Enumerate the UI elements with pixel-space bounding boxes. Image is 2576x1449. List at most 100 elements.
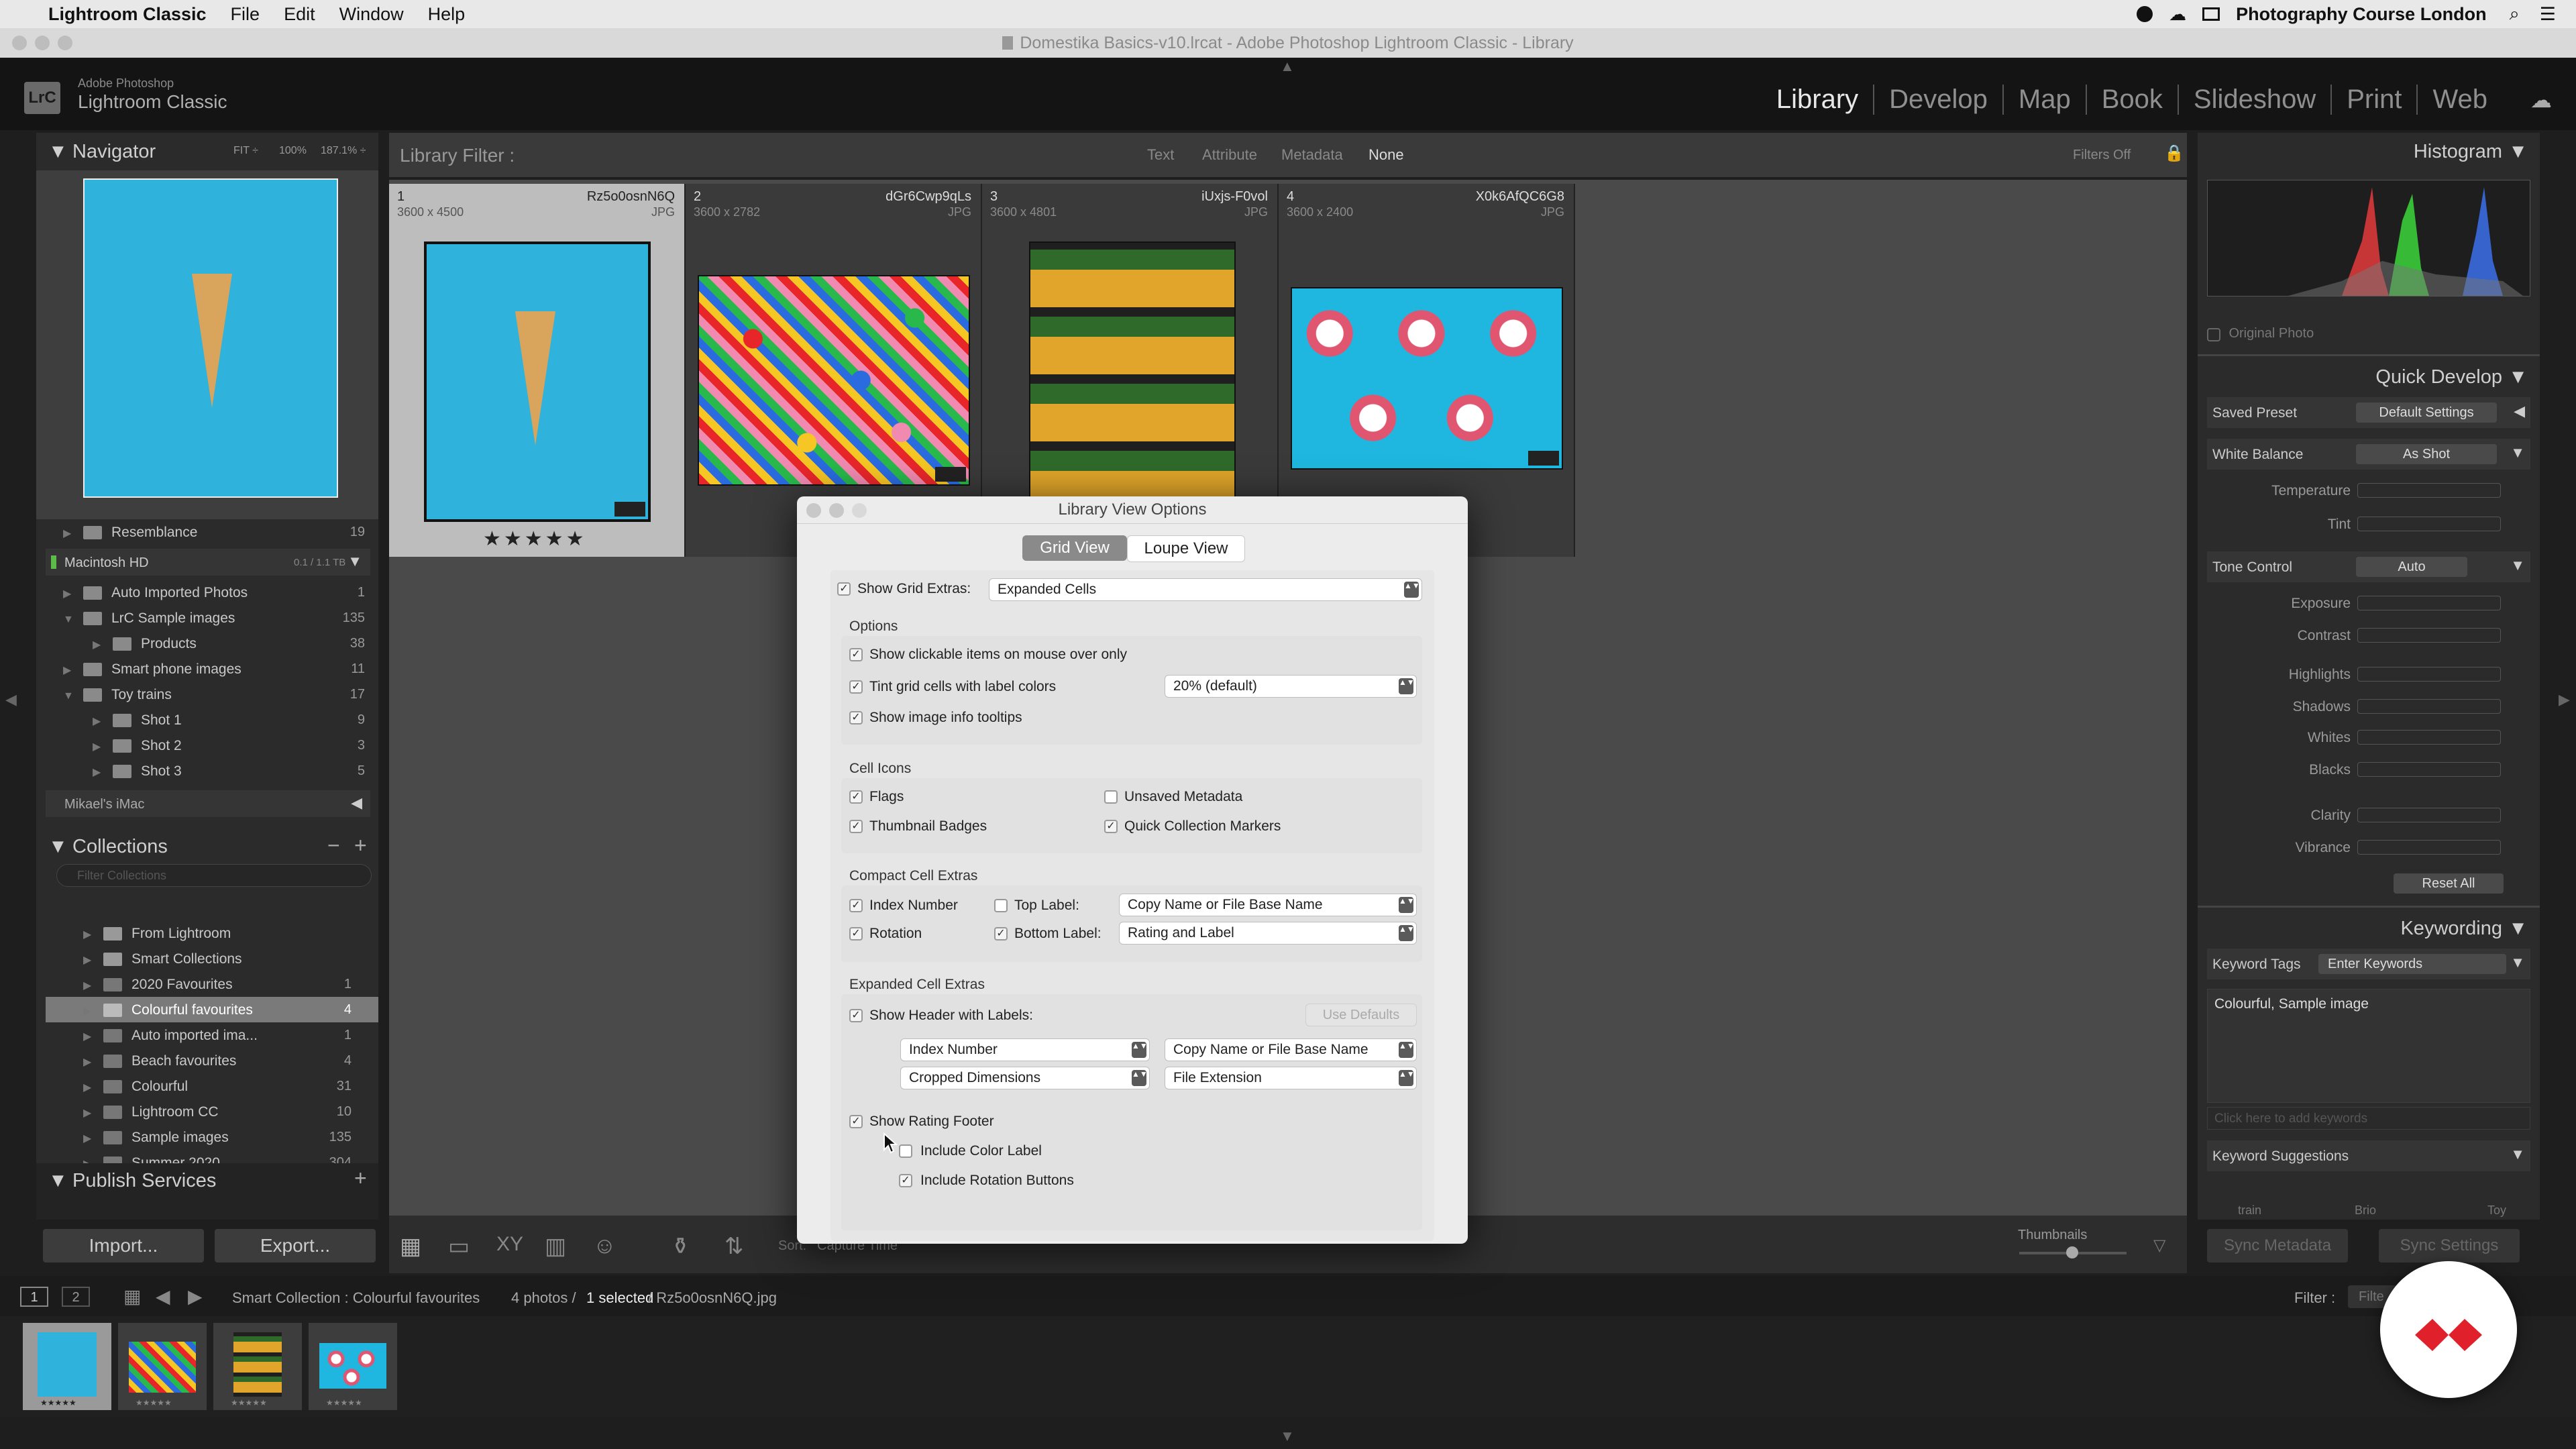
- tab-loupe-view[interactable]: Loupe View: [1127, 535, 1245, 562]
- menu-help[interactable]: Help: [428, 4, 466, 25]
- module-slideshow[interactable]: Slideshow: [2179, 85, 2332, 115]
- spray-can-icon[interactable]: ⚱: [671, 1233, 690, 1260]
- import-button[interactable]: Import...: [43, 1229, 204, 1263]
- top-label-checkbox[interactable]: [994, 899, 1008, 912]
- cloud-sync-icon[interactable]: ☁: [2530, 87, 2552, 113]
- secondary-display-2[interactable]: 2: [62, 1287, 90, 1307]
- shadows-slider[interactable]: [2357, 699, 2501, 714]
- dialog-minimize-button[interactable]: [829, 503, 844, 518]
- volume-imac[interactable]: Mikael's iMac ◀: [46, 790, 370, 817]
- collections-filter-input[interactable]: Filter Collections: [56, 864, 372, 887]
- filmstrip-thumb-2[interactable]: ★★★★★: [118, 1323, 207, 1410]
- record-icon[interactable]: [2137, 6, 2153, 22]
- module-map[interactable]: Map: [2004, 85, 2087, 115]
- keyword-add-input[interactable]: Click here to add keywords: [2207, 1107, 2530, 1130]
- slider-thumb[interactable]: [2066, 1246, 2078, 1258]
- sync-settings-button[interactable]: Sync Settings: [2379, 1229, 2520, 1263]
- module-develop[interactable]: Develop: [1874, 85, 2004, 115]
- module-book[interactable]: Book: [2087, 85, 2179, 115]
- clarity-slider[interactable]: [2357, 808, 2501, 822]
- white-balance-select[interactable]: As Shot: [2356, 444, 2497, 464]
- menu-file[interactable]: File: [231, 4, 260, 25]
- right-panel-toggle-icon[interactable]: ▶: [2559, 691, 2570, 708]
- original-photo-checkbox[interactable]: Original Photo: [2207, 326, 2408, 346]
- top-label-select[interactable]: Copy Name or File Base Name ▲▼: [1119, 894, 1417, 916]
- quick-develop-collapse-icon[interactable]: ▼: [2508, 366, 2528, 388]
- grid-extras-select[interactable]: Expanded Cells ▲▼: [989, 578, 1422, 601]
- collection-lightroom-cc[interactable]: ▶ Lightroom CC: [83, 1104, 219, 1120]
- collection-set-smart[interactable]: ▶ Smart Collections: [83, 951, 242, 967]
- back-icon[interactable]: ◀: [156, 1285, 170, 1307]
- whites-slider[interactable]: [2357, 730, 2501, 745]
- forward-icon[interactable]: ▶: [188, 1285, 203, 1307]
- saved-preset-select[interactable]: Default Settings: [2356, 402, 2497, 423]
- flags-checkbox[interactable]: ✓: [849, 790, 863, 804]
- rotation-checkbox[interactable]: ✓: [849, 927, 863, 941]
- menu-edit[interactable]: Edit: [284, 4, 315, 25]
- folder-shot-3[interactable]: ▶ Shot 3: [93, 763, 182, 780]
- sort-direction-icon[interactable]: ⇅: [724, 1233, 744, 1260]
- module-web[interactable]: Web: [2418, 85, 2502, 115]
- collection-colourful[interactable]: ▶ Colourful: [83, 1079, 188, 1095]
- volume-menu-icon[interactable]: ▼: [347, 553, 362, 570]
- white-balance-arrow-icon[interactable]: ▼: [2510, 444, 2525, 462]
- photo-candy[interactable]: [698, 275, 970, 486]
- header-label-3-select[interactable]: Cropped Dimensions ▲▼: [900, 1067, 1150, 1089]
- collections-add-icon[interactable]: +: [354, 833, 367, 858]
- volume-expand-icon[interactable]: ◀: [351, 794, 362, 812]
- grid-icon[interactable]: ▦: [123, 1285, 141, 1307]
- suggestion-toy[interactable]: Toy: [2487, 1203, 2506, 1218]
- folder-lrc-sample[interactable]: ▼ LrC Sample images: [63, 610, 235, 627]
- bottom-label-select[interactable]: Rating and Label ▲▼: [1119, 922, 1417, 945]
- zoom-fit[interactable]: FIT ÷: [233, 145, 258, 157]
- display-icon[interactable]: [2202, 7, 2220, 21]
- photo-icecream[interactable]: [424, 241, 651, 522]
- suggestion-brio[interactable]: Brio: [2355, 1203, 2376, 1218]
- survey-view-icon[interactable]: ▥: [545, 1233, 566, 1260]
- folder-resemblance[interactable]: ▶ Resemblance: [63, 525, 197, 541]
- zoom-custom[interactable]: 187.1% ÷: [321, 145, 366, 157]
- info-tooltips-checkbox[interactable]: ✓: [849, 711, 863, 724]
- bottom-label-checkbox[interactable]: ✓: [994, 927, 1008, 941]
- navigator-collapse-icon[interactable]: ▼: [48, 141, 68, 163]
- quick-develop-header[interactable]: Quick Develop ▼: [2198, 358, 2540, 396]
- use-defaults-button[interactable]: Use Defaults: [1305, 1004, 1417, 1026]
- highlights-slider[interactable]: [2357, 667, 2501, 682]
- contrast-slider[interactable]: [2357, 628, 2501, 643]
- toolbar-menu-icon[interactable]: ▽: [2153, 1236, 2165, 1255]
- header-label-2-select[interactable]: Copy Name or File Base Name ▲▼: [1165, 1038, 1417, 1061]
- collection-2020-favourites[interactable]: ▶ 2020 Favourites: [83, 977, 233, 993]
- thumbnail-size-slider[interactable]: [2019, 1246, 2127, 1258]
- include-rotation-buttons-checkbox[interactable]: ✓: [899, 1174, 912, 1187]
- quick-collection-checkbox[interactable]: ✓: [1104, 820, 1118, 833]
- keyword-suggestions-arrow-icon[interactable]: ▼: [2510, 1146, 2525, 1163]
- filter-status[interactable]: Filters Off: [2073, 148, 2131, 163]
- include-color-label-checkbox[interactable]: [899, 1144, 912, 1158]
- keywording-collapse-icon[interactable]: ▼: [2508, 918, 2528, 940]
- sync-metadata-button[interactable]: Sync Metadata: [2207, 1229, 2348, 1263]
- folder-auto-imported[interactable]: ▶ Auto Imported Photos: [63, 585, 248, 601]
- collections-remove-icon[interactable]: −: [327, 833, 340, 858]
- header-label-4-select[interactable]: File Extension ▲▼: [1165, 1067, 1417, 1089]
- filter-lock-icon[interactable]: 🔒: [2164, 144, 2184, 163]
- collections-header[interactable]: ▼ Collections − +: [36, 829, 378, 864]
- menu-app-name[interactable]: Lightroom Classic: [48, 4, 207, 25]
- tint-slider[interactable]: [2357, 517, 2501, 531]
- navigator-header[interactable]: ▼ Navigator FIT ÷ 100% 187.1% ÷: [36, 133, 378, 170]
- left-panel-toggle-icon[interactable]: ◀: [5, 691, 17, 708]
- top-panel-toggle-icon[interactable]: ▲: [1280, 58, 1295, 75]
- grid-view-icon[interactable]: ▦: [400, 1233, 421, 1260]
- suggestion-train[interactable]: train: [2238, 1203, 2261, 1218]
- filmstrip-thumb-3[interactable]: ★★★★★: [213, 1323, 302, 1410]
- folder-smart-phone[interactable]: ▶ Smart phone images: [63, 661, 241, 678]
- module-print[interactable]: Print: [2332, 85, 2418, 115]
- tab-grid-view[interactable]: Grid View: [1022, 535, 1127, 561]
- collections-collapse-icon[interactable]: ▼: [48, 836, 68, 858]
- navigator-preview[interactable]: [36, 170, 378, 519]
- temperature-slider[interactable]: [2357, 483, 2501, 498]
- thumbnail-badges-checkbox[interactable]: ✓: [849, 820, 863, 833]
- histogram-header[interactable]: Histogram ▼: [2198, 133, 2540, 170]
- folder-shot-1[interactable]: ▶ Shot 1: [93, 712, 182, 729]
- tone-control-arrow-icon[interactable]: ▼: [2510, 557, 2525, 574]
- keywords-textarea[interactable]: Colourful, Sample image: [2207, 989, 2530, 1103]
